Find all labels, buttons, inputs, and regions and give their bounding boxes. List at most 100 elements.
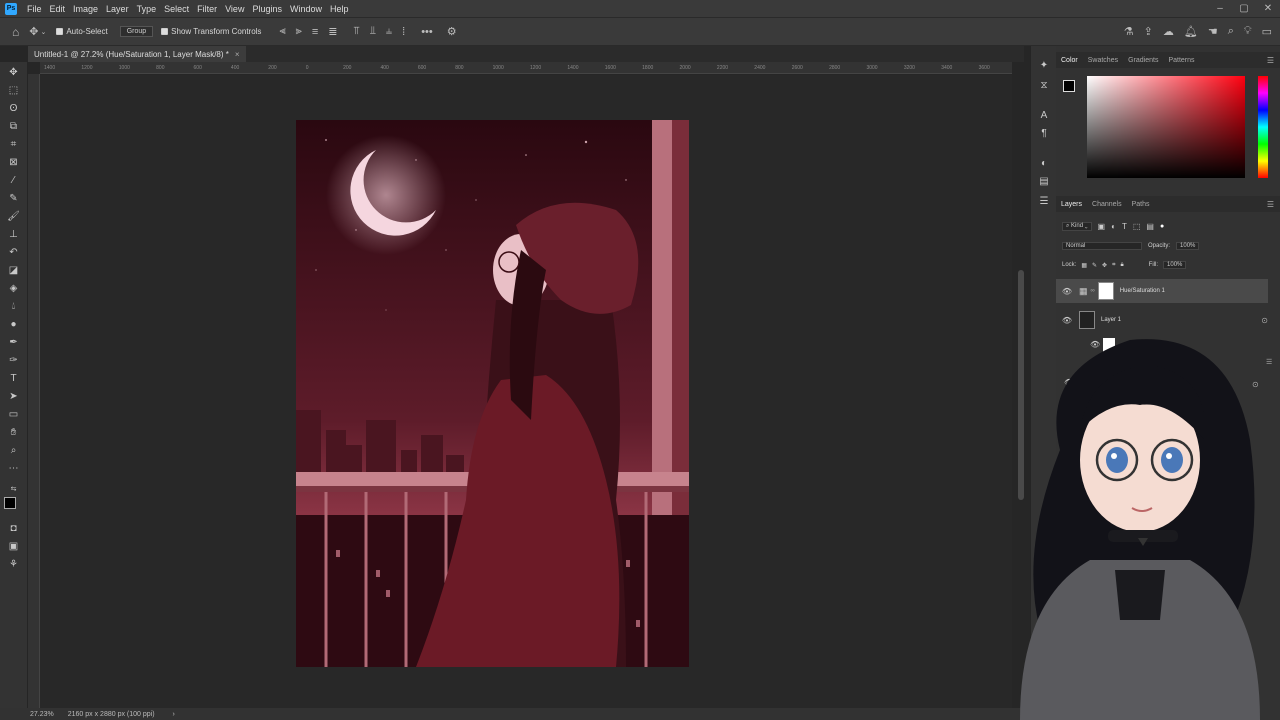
- workspace-icon[interactable]: ▭: [1262, 25, 1272, 38]
- zoom-level[interactable]: 27.23%: [30, 711, 54, 718]
- menu-filter[interactable]: Filter: [193, 4, 221, 14]
- menu-edit[interactable]: Edit: [46, 4, 70, 14]
- tab-color[interactable]: Color: [1056, 57, 1083, 64]
- brush-tool-icon[interactable]: 🖌︎: [6, 210, 21, 223]
- document-tab[interactable]: Untitled-1 @ 27.2% (Hue/Saturation 1, La…: [28, 46, 246, 62]
- distribute-vertical-icon[interactable]: ⁞: [402, 26, 405, 38]
- lock-all-icon[interactable]: 🔒︎: [1120, 262, 1123, 269]
- clone-stamp-icon[interactable]: ⊥: [6, 228, 21, 241]
- foreground-color-swatch[interactable]: [4, 497, 16, 509]
- align-left-icon[interactable]: ⫷: [279, 25, 285, 38]
- auto-select-checkbox[interactable]: Auto-Select: [56, 27, 108, 36]
- lock-pixels-icon[interactable]: ✎: [1092, 262, 1097, 269]
- show-transform-checkbox[interactable]: Show Transform Controls: [161, 27, 261, 36]
- group-dropdown[interactable]: Group: [119, 26, 154, 37]
- menu-window[interactable]: Window: [286, 4, 326, 14]
- lasso-tool-icon[interactable]: ʘ: [6, 102, 21, 115]
- filter-adjustment-icon[interactable]: ◐: [1111, 222, 1116, 231]
- blend-mode-dropdown[interactable]: Normal: [1062, 242, 1142, 250]
- zoom-tool-icon[interactable]: ⌕: [6, 444, 21, 457]
- align-middle-icon[interactable]: ⫫: [370, 25, 376, 38]
- move-tool-icon[interactable]: ✥: [29, 25, 38, 38]
- tab-swatches[interactable]: Swatches: [1083, 57, 1123, 64]
- menu-plugins[interactable]: Plugins: [248, 4, 286, 14]
- menu-file[interactable]: File: [23, 4, 46, 14]
- hand-tool-icon[interactable]: ✋︎: [6, 426, 21, 439]
- character-icon[interactable]: A: [1038, 110, 1050, 122]
- menu-type[interactable]: Type: [133, 4, 161, 14]
- screen-mode-icon[interactable]: ▣: [6, 540, 21, 553]
- paint-bucket-icon[interactable]: ◈: [6, 282, 21, 295]
- lightbulb-icon[interactable]: 💡︎: [1244, 25, 1252, 38]
- foreground-color-chip[interactable]: [1063, 80, 1075, 92]
- rectangle-tool-icon[interactable]: ▭: [6, 408, 21, 421]
- kind-filter-dropdown[interactable]: ⌕ Kind ⌄: [1062, 222, 1092, 231]
- gear-icon[interactable]: ⚙: [447, 25, 457, 38]
- history-icon[interactable]: ⧖: [1038, 80, 1050, 92]
- hand-icon[interactable]: ☚: [1208, 25, 1218, 38]
- hue-slider[interactable]: [1258, 76, 1268, 178]
- align-bottom-icon[interactable]: ⫨: [386, 25, 392, 38]
- quick-mask-icon[interactable]: ◘: [6, 522, 21, 535]
- lock-artboard-icon[interactable]: ⌗: [1112, 262, 1115, 269]
- home-icon[interactable]: ⌂: [12, 25, 19, 39]
- object-selection-icon[interactable]: ⧉: [6, 120, 21, 133]
- tab-patterns[interactable]: Patterns: [1163, 57, 1199, 64]
- filter-smart-icon[interactable]: ▤: [1146, 222, 1154, 231]
- share-icon[interactable]: ⇪: [1144, 25, 1153, 38]
- color-picker-field[interactable]: [1087, 76, 1245, 178]
- menu-view[interactable]: View: [221, 4, 248, 14]
- smart-filter-icon[interactable]: ⊙: [1261, 316, 1268, 325]
- crop-tool-icon[interactable]: ⌗: [6, 138, 21, 151]
- link-icon[interactable]: ∞: [1091, 288, 1095, 294]
- path-selection-icon[interactable]: ➤: [6, 390, 21, 403]
- healing-brush-icon[interactable]: ✎: [6, 192, 21, 205]
- libraries-icon[interactable]: ▤: [1038, 176, 1050, 188]
- marquee-tool-icon[interactable]: ⬚: [6, 84, 21, 97]
- frame-tool-icon[interactable]: ⊠: [6, 156, 21, 169]
- opacity-field[interactable]: 100%: [1176, 242, 1200, 250]
- history-brush-icon[interactable]: ↶: [6, 246, 21, 259]
- more-tools-icon[interactable]: ⋯: [6, 462, 21, 475]
- lock-position-icon[interactable]: ✥: [1102, 262, 1107, 269]
- menu-image[interactable]: Image: [69, 4, 102, 14]
- tab-layers[interactable]: Layers: [1056, 201, 1087, 208]
- menu-help[interactable]: Help: [326, 4, 353, 14]
- properties-icon[interactable]: ☰: [1038, 196, 1050, 208]
- dodge-tool-icon[interactable]: ●: [6, 318, 21, 331]
- bell-icon[interactable]: 🔔︎: [1184, 25, 1198, 38]
- eyedropper-icon[interactable]: ⁄: [6, 174, 21, 187]
- blur-tool-icon[interactable]: 💧︎: [6, 300, 21, 313]
- align-right-icon[interactable]: ≡: [312, 26, 318, 38]
- swap-colors-icon[interactable]: ⇆: [6, 482, 21, 495]
- filter-type-icon[interactable]: T: [1122, 222, 1127, 231]
- panel-menu-icon[interactable]: ☰: [1267, 56, 1274, 65]
- tab-paths[interactable]: Paths: [1127, 201, 1155, 208]
- visibility-eye-icon[interactable]: 👁︎: [1061, 287, 1073, 296]
- type-tool-icon[interactable]: T: [6, 372, 21, 385]
- generative-icon[interactable]: ⚘: [6, 558, 21, 571]
- cloud-icon[interactable]: ☁: [1163, 25, 1174, 38]
- layer-row-hue-saturation[interactable]: 👁︎ ▦ ∞ Hue/Saturation 1: [1056, 279, 1268, 303]
- close-window-icon[interactable]: ✕: [1256, 3, 1280, 14]
- minimize-icon[interactable]: –: [1208, 3, 1232, 14]
- align-top-icon[interactable]: ⫪: [354, 25, 360, 38]
- align-center-icon[interactable]: ⫸: [296, 25, 302, 38]
- search-icon[interactable]: ⌕: [1228, 25, 1234, 38]
- pen-tool-alt-icon[interactable]: ✑: [6, 354, 21, 367]
- close-tab-icon[interactable]: ×: [235, 50, 240, 59]
- layer-row-layer-1[interactable]: 👁︎ Layer 1 ⊙: [1056, 308, 1268, 332]
- menu-layer[interactable]: Layer: [102, 4, 133, 14]
- tab-channels[interactable]: Channels: [1087, 201, 1127, 208]
- visibility-eye-icon[interactable]: 👁︎: [1061, 316, 1073, 325]
- maximize-icon[interactable]: ▢: [1232, 3, 1256, 14]
- document-canvas[interactable]: [296, 120, 689, 667]
- fill-field[interactable]: 100%: [1163, 261, 1187, 269]
- pen-tool-icon[interactable]: ✒: [6, 336, 21, 349]
- eraser-icon[interactable]: ◪: [6, 264, 21, 277]
- layers-menu-icon[interactable]: ☰: [1267, 200, 1274, 209]
- tab-gradients[interactable]: Gradients: [1123, 57, 1163, 64]
- chevron-down-icon[interactable]: ⌄: [40, 28, 46, 36]
- paragraph-icon[interactable]: ¶: [1038, 128, 1050, 140]
- move-tool-icon[interactable]: ✥: [6, 66, 21, 79]
